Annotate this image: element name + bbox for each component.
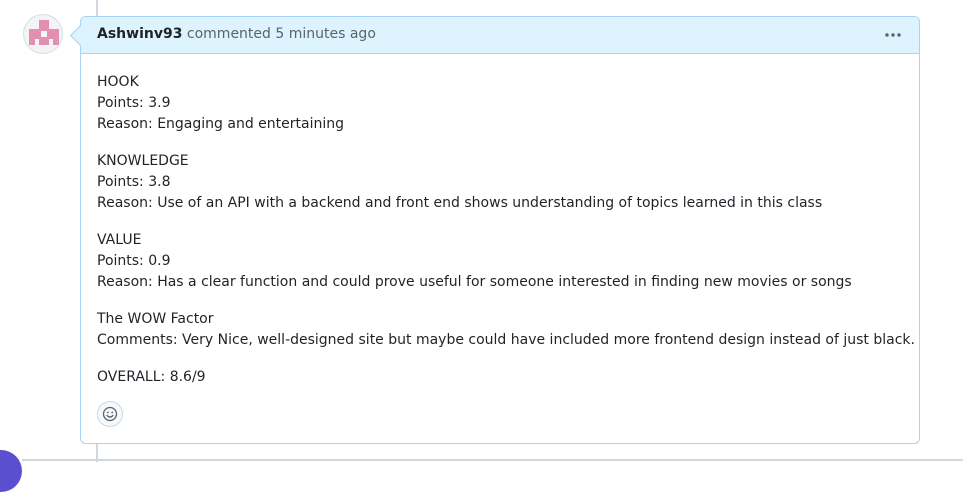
section-wow: The WOW Factor Comments: Very Nice, well… [97, 309, 915, 351]
comment-box: Ashwinv93 commented 5 minutes ago HOOK P… [80, 16, 920, 444]
comment-action: commented [186, 26, 271, 42]
timeline-divider [22, 459, 963, 461]
section-value: VALUE Points: 0.9 Reason: Has a clear fu… [97, 230, 903, 293]
section-points: Points: 3.9 [97, 95, 171, 111]
timeline-badge [0, 450, 22, 492]
comment-options-button[interactable] [879, 21, 907, 49]
section-title: KNOWLEDGE [97, 153, 189, 169]
section-title: VALUE [97, 232, 142, 248]
comment-header: Ashwinv93 commented 5 minutes ago [81, 17, 919, 54]
section-points: Points: 3.8 [97, 174, 171, 190]
section-reason: Reason: Use of an API with a backend and… [97, 195, 823, 211]
kebab-horizontal-icon [885, 33, 901, 37]
section-reason: Reason: Has a clear function and could p… [97, 274, 852, 290]
section-title: The WOW Factor [97, 311, 214, 327]
section-points: Points: 0.9 [97, 253, 171, 269]
section-knowledge: KNOWLEDGE Points: 3.8 Reason: Use of an … [97, 151, 903, 214]
smiley-icon [102, 406, 118, 422]
author-link[interactable]: Ashwinv93 [97, 26, 182, 42]
comment-meta: Ashwinv93 commented 5 minutes ago [97, 26, 376, 42]
section-hook: HOOK Points: 3.9 Reason: Engaging and en… [97, 72, 903, 135]
section-reason: Reason: Engaging and entertaining [97, 116, 344, 132]
comment-timestamp[interactable]: 5 minutes ago [275, 26, 376, 42]
section-comments: Comments: Very Nice, well-designed site … [97, 332, 915, 348]
overall-score: OVERALL: 8.6/9 [97, 369, 206, 385]
avatar[interactable] [23, 14, 63, 54]
add-reaction-button[interactable] [97, 401, 123, 427]
identicon-icon [29, 20, 59, 45]
comment-body: HOOK Points: 3.9 Reason: Engaging and en… [81, 54, 919, 388]
section-title: HOOK [97, 74, 139, 90]
